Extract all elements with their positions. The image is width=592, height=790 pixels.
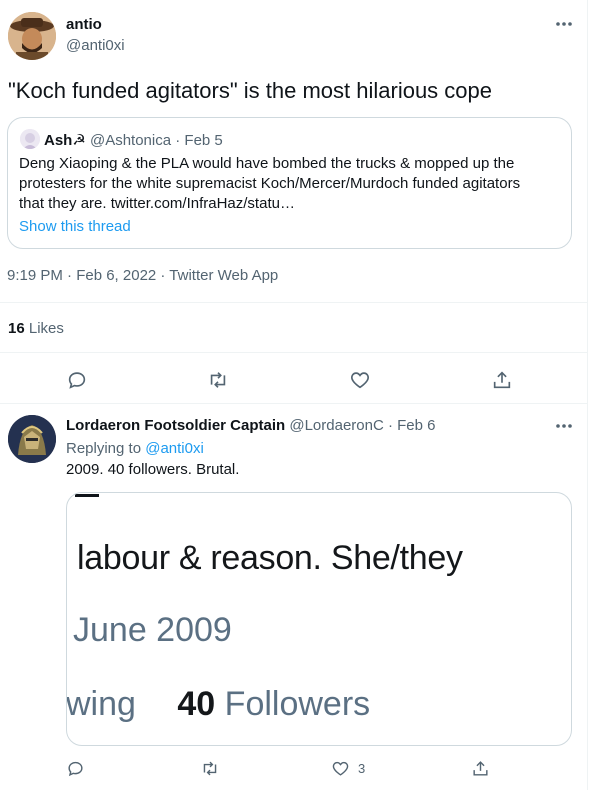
reply-icon[interactable]: [66, 369, 88, 391]
author-name[interactable]: antio: [66, 16, 102, 33]
image-line-joined: June 2009: [73, 611, 232, 649]
reply-author-handle[interactable]: @LordaeronC: [289, 417, 383, 434]
timeline-border: [587, 0, 588, 790]
image-line-bio: labour & reason. She/they: [77, 539, 463, 577]
like-icon[interactable]: [349, 369, 371, 391]
author-avatar[interactable]: [8, 12, 56, 60]
more-icon[interactable]: [554, 420, 574, 432]
quote-text: Deng Xiaoping & the PLA would have bombe…: [19, 155, 521, 212]
quote-author-handle: @Ashtonica: [89, 132, 172, 149]
replying-to-handle[interactable]: @anti0xi: [145, 440, 204, 457]
quote-avatar: [20, 129, 40, 149]
image-followers-count: 40: [177, 685, 216, 723]
image-cropped-text: [75, 493, 99, 497]
image-followers-label: Followers: [224, 685, 371, 723]
tweet-text: "Koch funded agitators" is the most hila…: [8, 78, 492, 103]
retweet-icon[interactable]: [206, 369, 230, 391]
quote-date: · Feb 5: [175, 132, 223, 149]
reply-avatar[interactable]: [8, 415, 56, 463]
image-line-following: wing: [66, 685, 136, 723]
tweet-timestamp[interactable]: 9:19 PM · Feb 6, 2022 · Twitter Web App: [7, 267, 278, 284]
likes-label: Likes: [28, 320, 64, 337]
author-handle[interactable]: @anti0xi: [66, 37, 125, 54]
share-icon[interactable]: [491, 369, 513, 391]
reply-author-name[interactable]: Lordaeron Footsoldier Captain: [66, 417, 285, 434]
quote-tweet[interactable]: Ash☭ @Ashtonica · Feb 5 Deng Xiaoping & …: [7, 117, 572, 249]
like-icon[interactable]: 3: [331, 759, 365, 778]
retweet-icon[interactable]: [200, 759, 220, 778]
quote-author-name: Ash☭: [44, 132, 86, 149]
divider: [0, 352, 588, 353]
divider: [0, 403, 588, 404]
divider: [0, 302, 588, 303]
reply-image[interactable]: labour & reason. She/they June 2009 wing…: [66, 492, 572, 746]
reply-date[interactable]: · Feb 6: [388, 417, 436, 434]
more-icon[interactable]: [554, 18, 574, 30]
share-icon[interactable]: [471, 759, 490, 778]
reply-like-count: 3: [358, 761, 366, 776]
reply-icon[interactable]: [66, 759, 85, 778]
replying-to-label: Replying to: [66, 440, 142, 457]
reply-text: 2009. 40 followers. Brutal.: [66, 461, 240, 478]
show-thread-link[interactable]: Show this thread: [19, 218, 131, 235]
likes-stat[interactable]: 16 Likes: [8, 320, 64, 337]
likes-count: 16: [8, 320, 25, 337]
